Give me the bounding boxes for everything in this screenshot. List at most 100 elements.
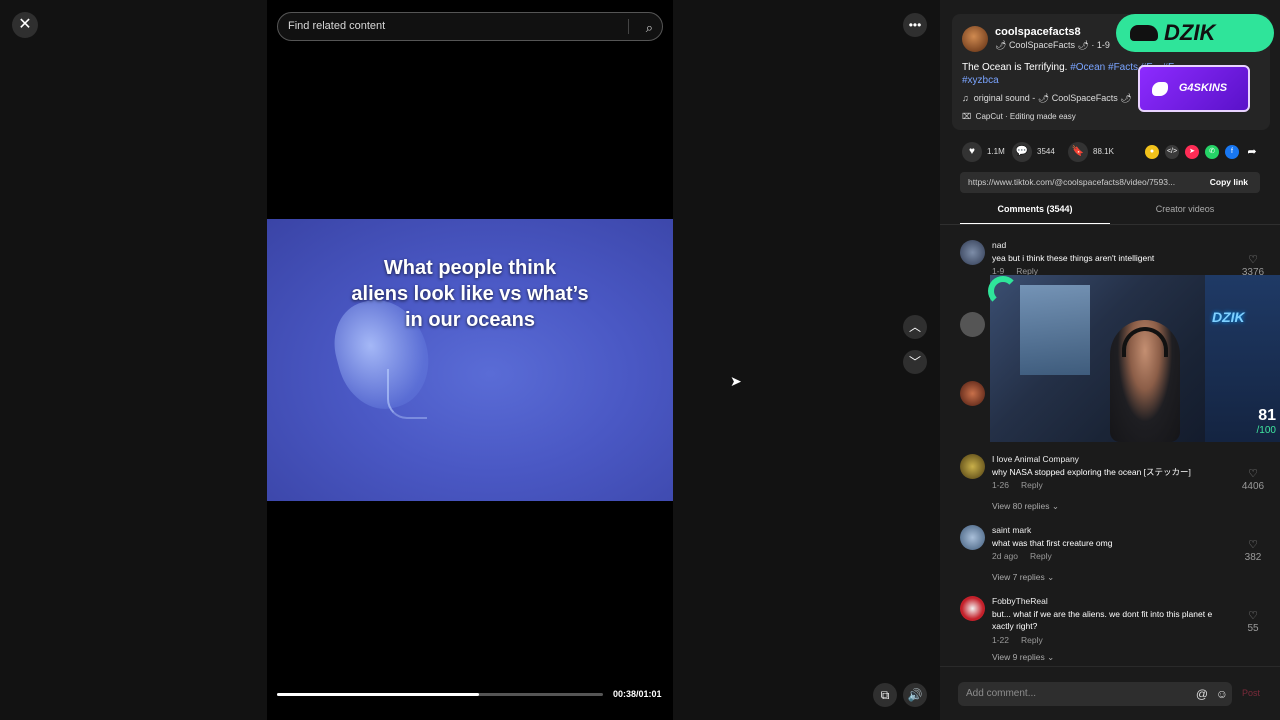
comment-date: 2d ago <box>992 551 1018 561</box>
chevron-down-icon: ﹀ <box>908 355 921 369</box>
save-button[interactable]: 🔖 88.1K <box>1068 142 1114 162</box>
comment-meta: 2d ago Reply <box>992 551 1052 561</box>
input-divider <box>940 666 1280 667</box>
mention-icon[interactable]: @ <box>1196 682 1208 706</box>
comment-meta: 1-26 Reply <box>992 480 1043 490</box>
creator-subline: 🌶 CoolSpaceFacts 🌶 · 1-9 <box>995 40 1110 50</box>
comment-text: why NASA stopped exploring the ocean [ステ… <box>992 467 1191 477</box>
next-video-button[interactable]: ﹀ <box>903 350 927 374</box>
creator-avatar[interactable] <box>962 26 988 52</box>
capcut-link[interactable]: ⌧ CapCut · Editing made easy <box>962 112 1076 121</box>
tab-creator-videos[interactable]: Creator videos <box>1110 204 1260 224</box>
like-count: 1.1M <box>987 147 1005 156</box>
green-ring-decoration <box>984 272 1020 308</box>
share-arrow-icon[interactable]: ➦ <box>1245 145 1259 159</box>
commenter-name[interactable]: FobbyTheReal <box>992 596 1048 606</box>
coin-icon[interactable]: ● <box>1145 145 1159 159</box>
hashtag-xyzbca[interactable]: #xyzbca <box>962 75 999 86</box>
webcam-logo: DZIK <box>1212 309 1245 325</box>
view-replies-label: View 9 replies <box>992 652 1045 662</box>
more-icon: ••• <box>908 18 922 32</box>
boar-icon <box>1130 25 1158 41</box>
whatsapp-icon[interactable]: ✆ <box>1205 145 1219 159</box>
more-options-button[interactable]: ••• <box>903 13 927 37</box>
commenter-name[interactable]: saint mark <box>992 525 1031 535</box>
video-frame[interactable]: What people think aliens look like vs wh… <box>267 219 673 501</box>
comment-text: yea but i think these things aren't inte… <box>992 253 1155 263</box>
heart-icon: ♥ <box>962 142 982 162</box>
comment-like[interactable]: ♡ 382 <box>1238 539 1268 563</box>
mouse-cursor-icon: ➤ <box>730 373 742 389</box>
video-link[interactable]: https://www.tiktok.com/@coolspacefacts8/… <box>968 172 1202 193</box>
search-input[interactable]: Find related content ⌕ <box>277 12 663 41</box>
add-comment-input[interactable]: Add comment... @ ☺ <box>958 682 1232 706</box>
comment-button[interactable]: 💬 3544 <box>1012 142 1055 162</box>
capcut-label: CapCut · Editing made easy <box>975 112 1076 121</box>
copy-link-button[interactable]: Copy link <box>1210 172 1248 193</box>
previous-video-button[interactable]: ︿ <box>903 315 927 339</box>
comment-meta: 1-22 Reply <box>992 635 1043 645</box>
description-text: The Ocean is Terrifying. <box>962 62 1068 73</box>
commenter-avatar[interactable] <box>960 596 985 621</box>
commenter-avatar[interactable] <box>960 312 985 337</box>
reply-button[interactable]: Reply <box>1021 635 1043 645</box>
commenter-avatar[interactable] <box>960 240 985 265</box>
dzik-sponsor-logo: DZIK <box>1116 14 1274 52</box>
commenter-name[interactable]: I love Animal Company <box>992 454 1079 464</box>
close-button[interactable]: ✕ <box>12 12 38 38</box>
comment-text: what was that first creature omg <box>992 538 1113 548</box>
search-icon[interactable]: ⌕ <box>646 14 653 41</box>
score-total: /100 <box>1256 425 1276 436</box>
chevron-down-icon: ⌄ <box>1047 572 1055 582</box>
embed-icon[interactable]: </> <box>1165 145 1179 159</box>
reply-button[interactable]: Reply <box>1030 551 1052 561</box>
picture-in-picture-button[interactable]: ⧉ <box>873 683 897 707</box>
view-replies-button[interactable]: View 7 replies ⌄ <box>992 572 1054 583</box>
speaker-icon: 🔊 <box>907 688 923 702</box>
commenter-avatar[interactable] <box>960 381 985 406</box>
score-value: 81 <box>1258 407 1276 424</box>
comment-icon: 💬 <box>1012 142 1032 162</box>
volume-button[interactable]: 🔊 <box>903 683 927 707</box>
view-replies-label: View 7 replies <box>992 572 1045 582</box>
add-comment-placeholder: Add comment... <box>966 688 1037 699</box>
bookmark-icon: 🔖 <box>1068 142 1088 162</box>
view-replies-button[interactable]: View 80 replies ⌄ <box>992 501 1059 512</box>
post-date: 1-9 <box>1096 40 1110 50</box>
view-replies-label: View 80 replies <box>992 501 1050 511</box>
g4skins-sponsor-logo: G4SKINS <box>1138 65 1250 112</box>
comment-like[interactable]: ♡ 4406 <box>1238 468 1268 492</box>
comment-like[interactable]: ♡ 55 <box>1238 610 1268 634</box>
comment-like-count: 55 <box>1247 623 1259 634</box>
comment-date: 1-26 <box>992 480 1010 490</box>
panel-tabs: Comments (3544) Creator videos <box>960 204 1260 224</box>
creator-username[interactable]: coolspacefacts8 <box>995 26 1081 38</box>
commenter-avatar[interactable] <box>960 525 985 550</box>
view-replies-button[interactable]: View 9 replies ⌄ <box>992 652 1054 663</box>
dzik-label: DZIK <box>1164 20 1216 45</box>
like-button[interactable]: ♥ 1.1M <box>962 142 1005 162</box>
commenter-name[interactable]: nad <box>992 240 1006 250</box>
reply-button[interactable]: Reply <box>1021 480 1043 490</box>
commenter-avatar[interactable] <box>960 454 985 479</box>
tabs-divider <box>940 224 1280 225</box>
comment-like-count: 4406 <box>1241 481 1265 492</box>
chevron-down-icon: ⌄ <box>1051 501 1059 511</box>
chevron-down-icon: ⌄ <box>1047 652 1055 662</box>
search-divider <box>628 19 629 34</box>
video-player[interactable]: Find related content ⌕ What people think… <box>267 0 673 720</box>
chevron-up-icon: ︿ <box>908 320 921 334</box>
facebook-icon[interactable]: f <box>1225 145 1239 159</box>
comment-item: FobbyTheReal but... what if we are the a… <box>960 596 1270 651</box>
emoji-icon[interactable]: ☺ <box>1216 682 1228 706</box>
progress-bar[interactable] <box>277 693 603 696</box>
g4skins-label: G4SKINS <box>1178 82 1228 94</box>
sound-label: original sound - 🌶 CoolSpaceFacts 🌶 <box>973 93 1132 103</box>
tab-comments[interactable]: Comments (3544) <box>960 204 1110 224</box>
comment-date: 1-22 <box>992 635 1010 645</box>
creature-legs <box>387 369 427 419</box>
comment-count: 3544 <box>1037 147 1055 156</box>
post-comment-button[interactable]: Post <box>1242 688 1260 698</box>
send-icon[interactable]: ➤ <box>1185 145 1199 159</box>
sound-link[interactable]: ♫ original sound - 🌶 CoolSpaceFacts 🌶 <box>962 93 1132 104</box>
